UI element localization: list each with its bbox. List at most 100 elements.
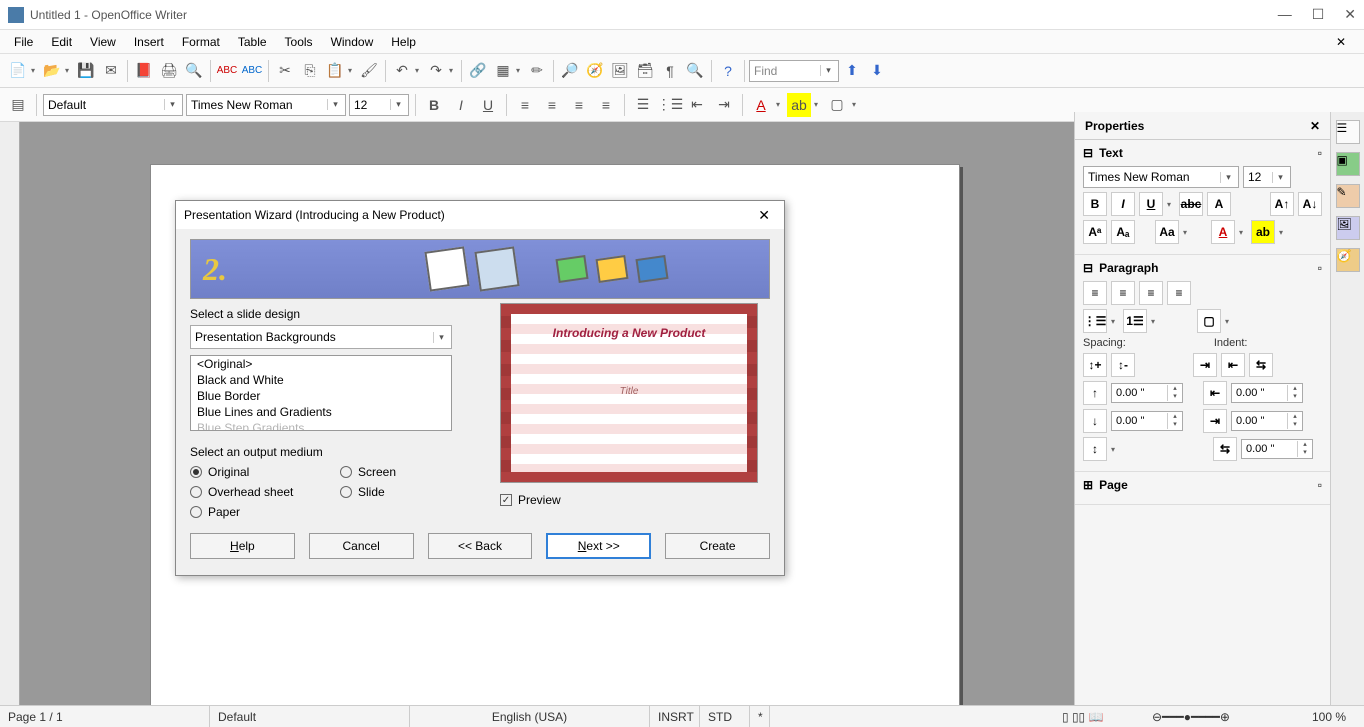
radio-screen[interactable]: Screen [340,465,460,479]
copy-button[interactable]: ⎘ [298,59,322,83]
radio-overhead[interactable]: Overhead sheet [190,485,330,499]
minimize-button[interactable]: — [1278,6,1292,23]
align-center-button[interactable]: ≡ [540,93,564,117]
email-button[interactable]: ✉ [99,59,123,83]
design-listbox[interactable]: <Original> Black and White Blue Border B… [190,355,452,431]
style-combo[interactable]: Default▾ [43,94,183,116]
save-button[interactable]: 💾 [74,59,98,83]
nonprint-button[interactable]: ¶ [658,59,682,83]
more-icon[interactable]: ▫ [1318,261,1322,275]
side-strike-button[interactable]: abc [1179,192,1203,216]
zoom-value[interactable]: 100 % [1304,706,1364,727]
maximize-button[interactable]: ☐ [1312,6,1325,23]
justify-button[interactable]: ≡ [594,93,618,117]
inc-spacing-button[interactable]: ↕+ [1083,353,1107,377]
find-combo[interactable]: Find ▾ [749,60,839,82]
indent-left-input[interactable]: 0.00 " [1231,383,1303,403]
sidebar-tab-gallery[interactable]: 🖼 [1336,216,1360,240]
menu-help[interactable]: Help [383,33,424,51]
zoom-slider[interactable]: ⊖━━━●━━━━⊕ [1144,706,1304,727]
side-italic-button[interactable]: I [1111,192,1135,216]
zoom-button[interactable]: 🔍 [683,59,707,83]
list-item[interactable]: Blue Step Gradients [191,420,451,431]
radio-paper[interactable]: Paper [190,505,330,519]
status-std[interactable]: STD [700,706,750,727]
side-bold-button[interactable]: B [1083,192,1107,216]
bullet-list-button[interactable]: ⋮☰ [658,93,682,117]
side-highlight-button[interactable]: ab [1251,220,1275,244]
sidebar-tab-menu[interactable]: ☰ [1336,120,1360,144]
side-bgcolor[interactable]: ▢ [1197,309,1221,333]
side-shadow-button[interactable]: A [1207,192,1231,216]
format-paint-button[interactable]: 🖌 [357,59,381,83]
side-font-combo[interactable]: Times New Roman▾ [1083,166,1239,188]
find-replace-button[interactable]: 🔎 [558,59,582,83]
list-item[interactable]: Blue Lines and Gradients [191,404,451,420]
status-lang[interactable]: English (USA) [410,706,650,727]
more-icon[interactable]: ▫ [1318,146,1322,160]
size-combo[interactable]: 12▾ [349,94,409,116]
back-button[interactable]: << Back [428,533,533,559]
styles-button[interactable]: ▤ [6,93,30,117]
side-align-left[interactable]: ≡ [1083,281,1107,305]
menu-format[interactable]: Format [174,33,228,51]
status-sel[interactable]: * [750,706,770,727]
hyperlink-button[interactable]: 🔗 [466,59,490,83]
redo-button[interactable]: ↷ [424,59,448,83]
bold-button[interactable]: B [422,93,446,117]
sidebar-tab-properties[interactable]: ▣ [1336,152,1360,176]
help-button[interactable]: ? [716,59,740,83]
collapse-icon[interactable]: ⊟ [1083,261,1093,275]
menu-table[interactable]: Table [230,33,275,51]
create-button[interactable]: Create [665,533,770,559]
spellcheck-button[interactable]: ABC [215,59,239,83]
status-signature[interactable] [770,706,1054,727]
side-align-center[interactable]: ≡ [1111,281,1135,305]
linespacing-button[interactable]: ↕ [1083,437,1107,461]
inc-indent-button[interactable]: ⇥ [1193,353,1217,377]
status-insert[interactable]: INSRT [650,706,700,727]
paste-button[interactable]: 📋 [323,59,347,83]
spacing-above-input[interactable]: 0.00 " [1111,383,1183,403]
spacing-below-input[interactable]: 0.00 " [1111,411,1183,431]
navigator-button[interactable]: 🧭 [583,59,607,83]
menu-window[interactable]: Window [323,33,382,51]
font-color-button[interactable]: A [749,93,773,117]
menu-file[interactable]: File [6,33,41,51]
autospell-button[interactable]: ABC [240,59,264,83]
side-bullets[interactable]: ⋮☰ [1083,309,1107,333]
preview-button[interactable]: 🔍 [182,59,206,83]
indent-less-button[interactable]: ⇤ [685,93,709,117]
dec-indent-button[interactable]: ⇤ [1221,353,1245,377]
table-button[interactable]: ▦ [491,59,515,83]
expand-icon[interactable]: ⊞ [1083,478,1093,492]
align-left-button[interactable]: ≡ [513,93,537,117]
side-align-right[interactable]: ≡ [1139,281,1163,305]
list-item[interactable]: Black and White [191,372,451,388]
side-sub-button[interactable]: Aₐ [1111,220,1135,244]
side-underline-button[interactable]: U [1139,192,1163,216]
find-prev-button[interactable]: ⬆ [840,59,864,83]
gallery-button[interactable]: 🖼 [608,59,632,83]
find-next-button[interactable]: ⬇ [865,59,889,83]
indent-right-input[interactable]: 0.00 " [1231,411,1303,431]
menu-tools[interactable]: Tools [277,33,321,51]
hanging-indent-button[interactable]: ⇆ [1249,353,1273,377]
close-button[interactable]: ✕ [1344,6,1356,23]
side-justify[interactable]: ≡ [1167,281,1191,305]
vertical-ruler[interactable] [0,122,20,718]
sidebar-close-icon[interactable]: ✕ [1310,119,1320,133]
highlight-button[interactable]: ab [787,93,811,117]
design-category-combo[interactable]: Presentation Backgrounds▾ [190,325,452,349]
side-caseswitch-button[interactable]: Aa [1155,220,1179,244]
font-combo[interactable]: Times New Roman▾ [186,94,346,116]
next-button[interactable]: Next >> [546,533,651,559]
italic-button[interactable]: I [449,93,473,117]
bg-color-button[interactable]: ▢ [825,93,849,117]
side-fontcolor-button[interactable]: A [1211,220,1235,244]
undo-button[interactable]: ↶ [390,59,414,83]
radio-original[interactable]: Original [190,465,330,479]
sidebar-tab-navigator[interactable]: 🧭 [1336,248,1360,272]
indent-more-button[interactable]: ⇥ [712,93,736,117]
status-style[interactable]: Default [210,706,410,727]
